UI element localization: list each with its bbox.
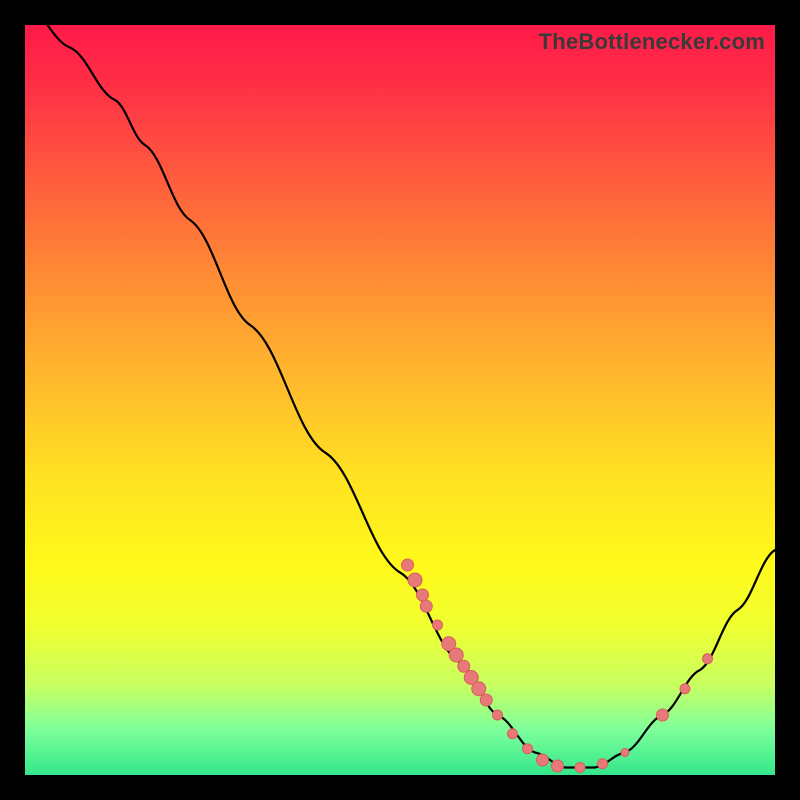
data-point <box>703 654 713 664</box>
data-point <box>523 744 533 754</box>
bottleneck-curve <box>25 3 775 768</box>
data-point <box>402 559 414 571</box>
data-point <box>449 648 463 662</box>
data-point <box>408 573 422 587</box>
data-point <box>621 749 629 757</box>
data-point <box>480 694 492 706</box>
data-points-group <box>402 559 713 773</box>
data-point <box>420 600 432 612</box>
data-point <box>552 760 564 772</box>
chart-svg <box>25 25 775 775</box>
data-point <box>493 710 503 720</box>
data-point <box>472 682 486 696</box>
data-point <box>433 620 443 630</box>
data-point <box>417 589 429 601</box>
data-point <box>508 729 518 739</box>
data-point <box>575 763 585 773</box>
data-point <box>598 759 608 769</box>
data-point <box>680 684 690 694</box>
data-point <box>537 754 549 766</box>
chart-area: TheBottlenecker.com <box>25 25 775 775</box>
data-point <box>458 660 470 672</box>
data-point <box>657 709 669 721</box>
